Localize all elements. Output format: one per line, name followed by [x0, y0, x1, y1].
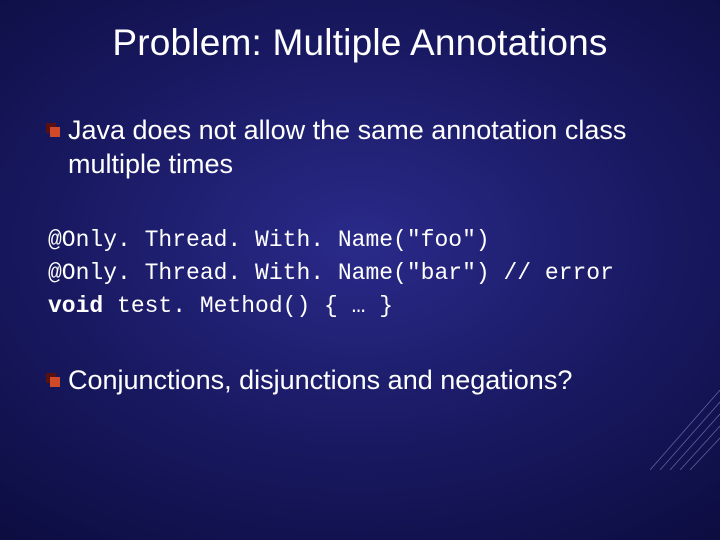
- bullet-item: Java does not allow the same annotation …: [46, 114, 674, 182]
- code-text: @Only. Thread. With. Name("bar"): [48, 260, 503, 286]
- bullet-icon: [46, 373, 60, 387]
- code-line: @Only. Thread. With. Name("foo"): [48, 224, 674, 257]
- code-line: void test. Method() { … }: [48, 290, 674, 323]
- bullet-text: Conjunctions, disjunctions and negations…: [68, 364, 572, 398]
- slide-content: Java does not allow the same annotation …: [0, 72, 720, 397]
- code-line: @Only. Thread. With. Name("bar") // erro…: [48, 257, 674, 290]
- bullet-item: Conjunctions, disjunctions and negations…: [46, 364, 674, 398]
- code-keyword: void: [48, 293, 103, 319]
- bullet-text: Java does not allow the same annotation …: [68, 114, 674, 182]
- slide-title: Problem: Multiple Annotations: [0, 0, 720, 72]
- decorative-lines-icon: [650, 390, 720, 470]
- slide: Problem: Multiple Annotations Java does …: [0, 0, 720, 540]
- code-block: @Only. Thread. With. Name("foo")@Only. T…: [46, 224, 674, 324]
- code-comment: // error: [503, 260, 613, 286]
- bullet-icon: [46, 123, 60, 137]
- code-text: test. Method() { … }: [103, 293, 393, 319]
